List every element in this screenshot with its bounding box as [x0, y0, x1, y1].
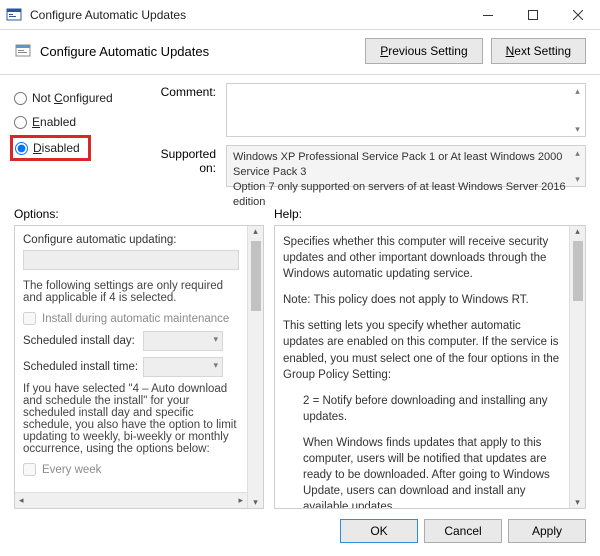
options-vertical-scrollbar[interactable]: ▴▾: [247, 226, 263, 508]
title-bar: Configure Automatic Updates: [0, 0, 600, 30]
window-title: Configure Automatic Updates: [28, 8, 465, 22]
supported-on-box: Windows XP Professional Service Pack 1 o…: [226, 145, 586, 187]
dialog-footer: OK Cancel Apply: [0, 509, 600, 553]
every-week-checkbox[interactable]: Every week: [23, 463, 239, 476]
comment-scrollbar[interactable]: ▴▾: [570, 84, 585, 136]
maximize-button[interactable]: [510, 0, 555, 29]
scheduled-time-select[interactable]: [143, 357, 223, 377]
apply-button[interactable]: Apply: [508, 519, 586, 543]
policy-icon: [14, 42, 32, 60]
help-pane: Specifies whether this computer will rec…: [274, 225, 586, 509]
scheduled-day-label: Scheduled install day:: [23, 335, 143, 347]
configure-updating-label: Configure automatic updating:: [23, 234, 239, 246]
app-icon: [0, 7, 28, 23]
radio-not-configured[interactable]: Not Configured: [14, 87, 144, 109]
minimize-button[interactable]: [465, 0, 510, 29]
radio-enabled-input[interactable]: [14, 116, 27, 129]
help-vertical-scrollbar[interactable]: ▴▾: [569, 226, 585, 508]
options-note: The following settings are only required…: [23, 280, 239, 304]
options-paragraph: If you have selected "4 – Auto download …: [23, 383, 239, 455]
install-maintenance-input[interactable]: [23, 312, 36, 325]
state-radio-group: Not Configured Enabled Disabled: [14, 83, 144, 195]
disabled-highlight: Disabled: [10, 135, 91, 161]
radio-enabled[interactable]: Enabled: [14, 111, 144, 133]
ok-button[interactable]: OK: [340, 519, 418, 543]
policy-header: Configure Automatic Updates Previous Set…: [0, 30, 600, 74]
help-text: Specifies whether this computer will rec…: [275, 226, 569, 508]
previous-setting-button[interactable]: Previous Setting: [365, 38, 482, 64]
next-setting-button[interactable]: Next Setting: [491, 38, 586, 64]
install-maintenance-checkbox[interactable]: Install during automatic maintenance: [23, 312, 239, 325]
cancel-button[interactable]: Cancel: [424, 519, 502, 543]
supported-scrollbar[interactable]: ▴▾: [570, 146, 585, 186]
radio-disabled-input[interactable]: [15, 142, 28, 155]
configure-updating-select[interactable]: [23, 250, 239, 270]
scheduled-day-select[interactable]: [143, 331, 223, 351]
radio-not-configured-input[interactable]: [14, 92, 27, 105]
policy-title: Configure Automatic Updates: [40, 44, 357, 59]
close-button[interactable]: [555, 0, 600, 29]
radio-disabled[interactable]: Disabled: [15, 137, 80, 159]
scheduled-time-label: Scheduled install time:: [23, 361, 143, 373]
help-section-label: Help:: [274, 207, 302, 221]
supported-label: Supported on:: [144, 145, 226, 187]
options-pane: Configure automatic updating: The follow…: [14, 225, 264, 509]
every-week-input[interactable]: [23, 463, 36, 476]
comment-textarea[interactable]: ▴▾: [226, 83, 586, 137]
comment-label: Comment:: [144, 83, 226, 137]
options-horizontal-scrollbar[interactable]: ◂▸: [15, 492, 247, 508]
